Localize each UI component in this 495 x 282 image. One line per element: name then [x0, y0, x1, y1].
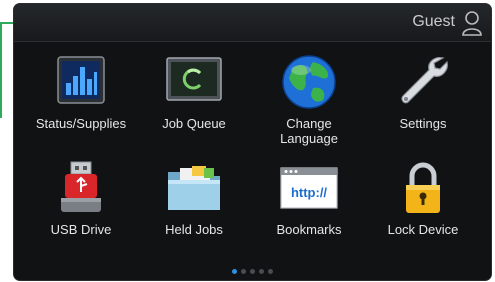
page-dot[interactable]: [268, 269, 273, 274]
tile-lock-device[interactable]: Lock Device: [364, 158, 482, 258]
tile-label: Job Queue: [162, 116, 226, 131]
page-dot[interactable]: [241, 269, 246, 274]
tile-held-jobs[interactable]: Held Jobs: [135, 158, 253, 258]
page-dot[interactable]: [250, 269, 255, 274]
tile-usb-drive[interactable]: USB Drive: [22, 158, 140, 258]
bar-chart-icon: [57, 56, 105, 104]
tile-label: Settings: [399, 116, 447, 131]
tile-job-queue[interactable]: Job Queue: [135, 52, 253, 152]
user-label[interactable]: Guest: [412, 13, 455, 31]
person-outline-icon[interactable]: [461, 10, 483, 36]
tile-label: Held Jobs: [165, 222, 223, 237]
http-window-icon: http://: [280, 167, 338, 209]
header-bar: Guest: [14, 4, 491, 42]
tile-label: USB Drive: [50, 222, 112, 237]
tile-label: Change Language: [280, 116, 338, 146]
globe-icon: [282, 55, 336, 109]
padlock-icon: [406, 162, 440, 213]
page-indicator: [14, 269, 491, 274]
printer-home-screen: Guest Status/Supplies Job Queue Change L…: [14, 4, 491, 280]
tile-label: Lock Device: [387, 222, 459, 237]
folder-icon: [168, 166, 220, 210]
usb-drive-icon: [61, 161, 101, 212]
http-text: http://: [291, 185, 327, 200]
tile-settings[interactable]: Settings: [364, 52, 482, 152]
tile-label: Status/Supplies: [35, 116, 127, 131]
tile-change-language[interactable]: Change Language: [250, 52, 368, 152]
wrench-icon: [401, 57, 448, 104]
callout-line-vertical: [0, 22, 2, 118]
page-dot-active[interactable]: [232, 269, 237, 274]
tile-status-supplies[interactable]: Status/Supplies: [22, 52, 140, 152]
monitor-spinner-icon: [166, 57, 222, 101]
tile-bookmarks[interactable]: http:// Bookmarks: [250, 158, 368, 258]
tile-label: Bookmarks: [276, 222, 342, 237]
page-dot[interactable]: [259, 269, 264, 274]
